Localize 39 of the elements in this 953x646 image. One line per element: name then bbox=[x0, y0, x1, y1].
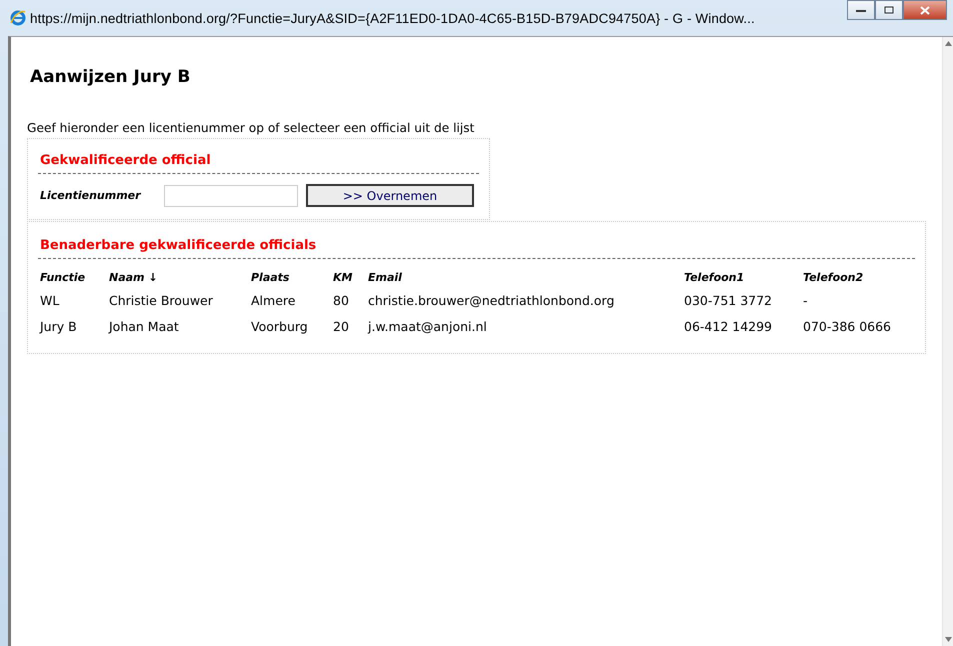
column-header[interactable]: Functie bbox=[40, 271, 109, 291]
table-cell-text: 030-751 3772 bbox=[684, 292, 774, 310]
field-label: Licentienummer bbox=[39, 189, 142, 202]
scrollbar[interactable] bbox=[942, 37, 953, 646]
column-header[interactable]: Telefoon2 bbox=[803, 271, 915, 291]
section-title: Gekwalificeerde official bbox=[38, 151, 479, 174]
table-cell-text: Christie Brouwer bbox=[109, 292, 214, 310]
intro-text: Geef hieronder een licentienummer op of selecteer een official uit de lijst bbox=[27, 121, 476, 135]
minimize-icon bbox=[856, 7, 866, 13]
browser-icon bbox=[10, 10, 26, 26]
maximize-button[interactable] bbox=[875, 0, 903, 20]
license-number-field[interactable] bbox=[164, 184, 298, 206]
table-cell-text: Almere bbox=[251, 292, 296, 310]
section-title: Benaderbare gekwalificeerde officials bbox=[38, 236, 915, 259]
table-cell-text: - bbox=[803, 292, 809, 310]
table-cell-text: 070-386 0666 bbox=[803, 318, 892, 336]
window-title: https://mijn.nedtriathlonbond.org/?Functie=JuryA&SID={A2F11ED0-1DA0-4C65-B15D-B79ADC94750A} - G - Window... bbox=[30, 10, 755, 26]
table-cell-text: 80 bbox=[333, 292, 350, 310]
scroll-down-icon[interactable] bbox=[944, 637, 952, 642]
maximize-icon bbox=[884, 6, 894, 14]
table-cell-text: Jury B bbox=[40, 318, 78, 336]
table-cell-text: Voorburg bbox=[251, 318, 309, 336]
close-button[interactable] bbox=[903, 0, 947, 20]
column-header[interactable]: Naam ↓ bbox=[109, 271, 251, 291]
column-header[interactable]: Telefoon1 bbox=[684, 271, 803, 291]
table-cell-text: 20 bbox=[333, 318, 350, 336]
table-cell-text: 06-412 14299 bbox=[684, 318, 774, 336]
table-cell-text: christie.brouwer@nedtriathlonbond.org bbox=[368, 292, 616, 310]
table-cell-text: j.w.maat@anjoni.nl bbox=[368, 318, 488, 336]
adopt-button[interactable]: >> Overnemen bbox=[306, 184, 474, 207]
column-header[interactable]: KM bbox=[333, 271, 368, 291]
scroll-up-icon[interactable] bbox=[944, 41, 952, 46]
table-cell-text: Johan Maat bbox=[109, 318, 180, 336]
column-header[interactable]: Plaats bbox=[251, 271, 333, 291]
minimize-button[interactable] bbox=[847, 0, 875, 20]
column-header[interactable]: Email bbox=[368, 271, 684, 291]
table-cell-text: WL bbox=[40, 292, 60, 310]
page-heading: Aanwijzen Jury B bbox=[30, 67, 192, 87]
close-icon bbox=[920, 6, 930, 14]
